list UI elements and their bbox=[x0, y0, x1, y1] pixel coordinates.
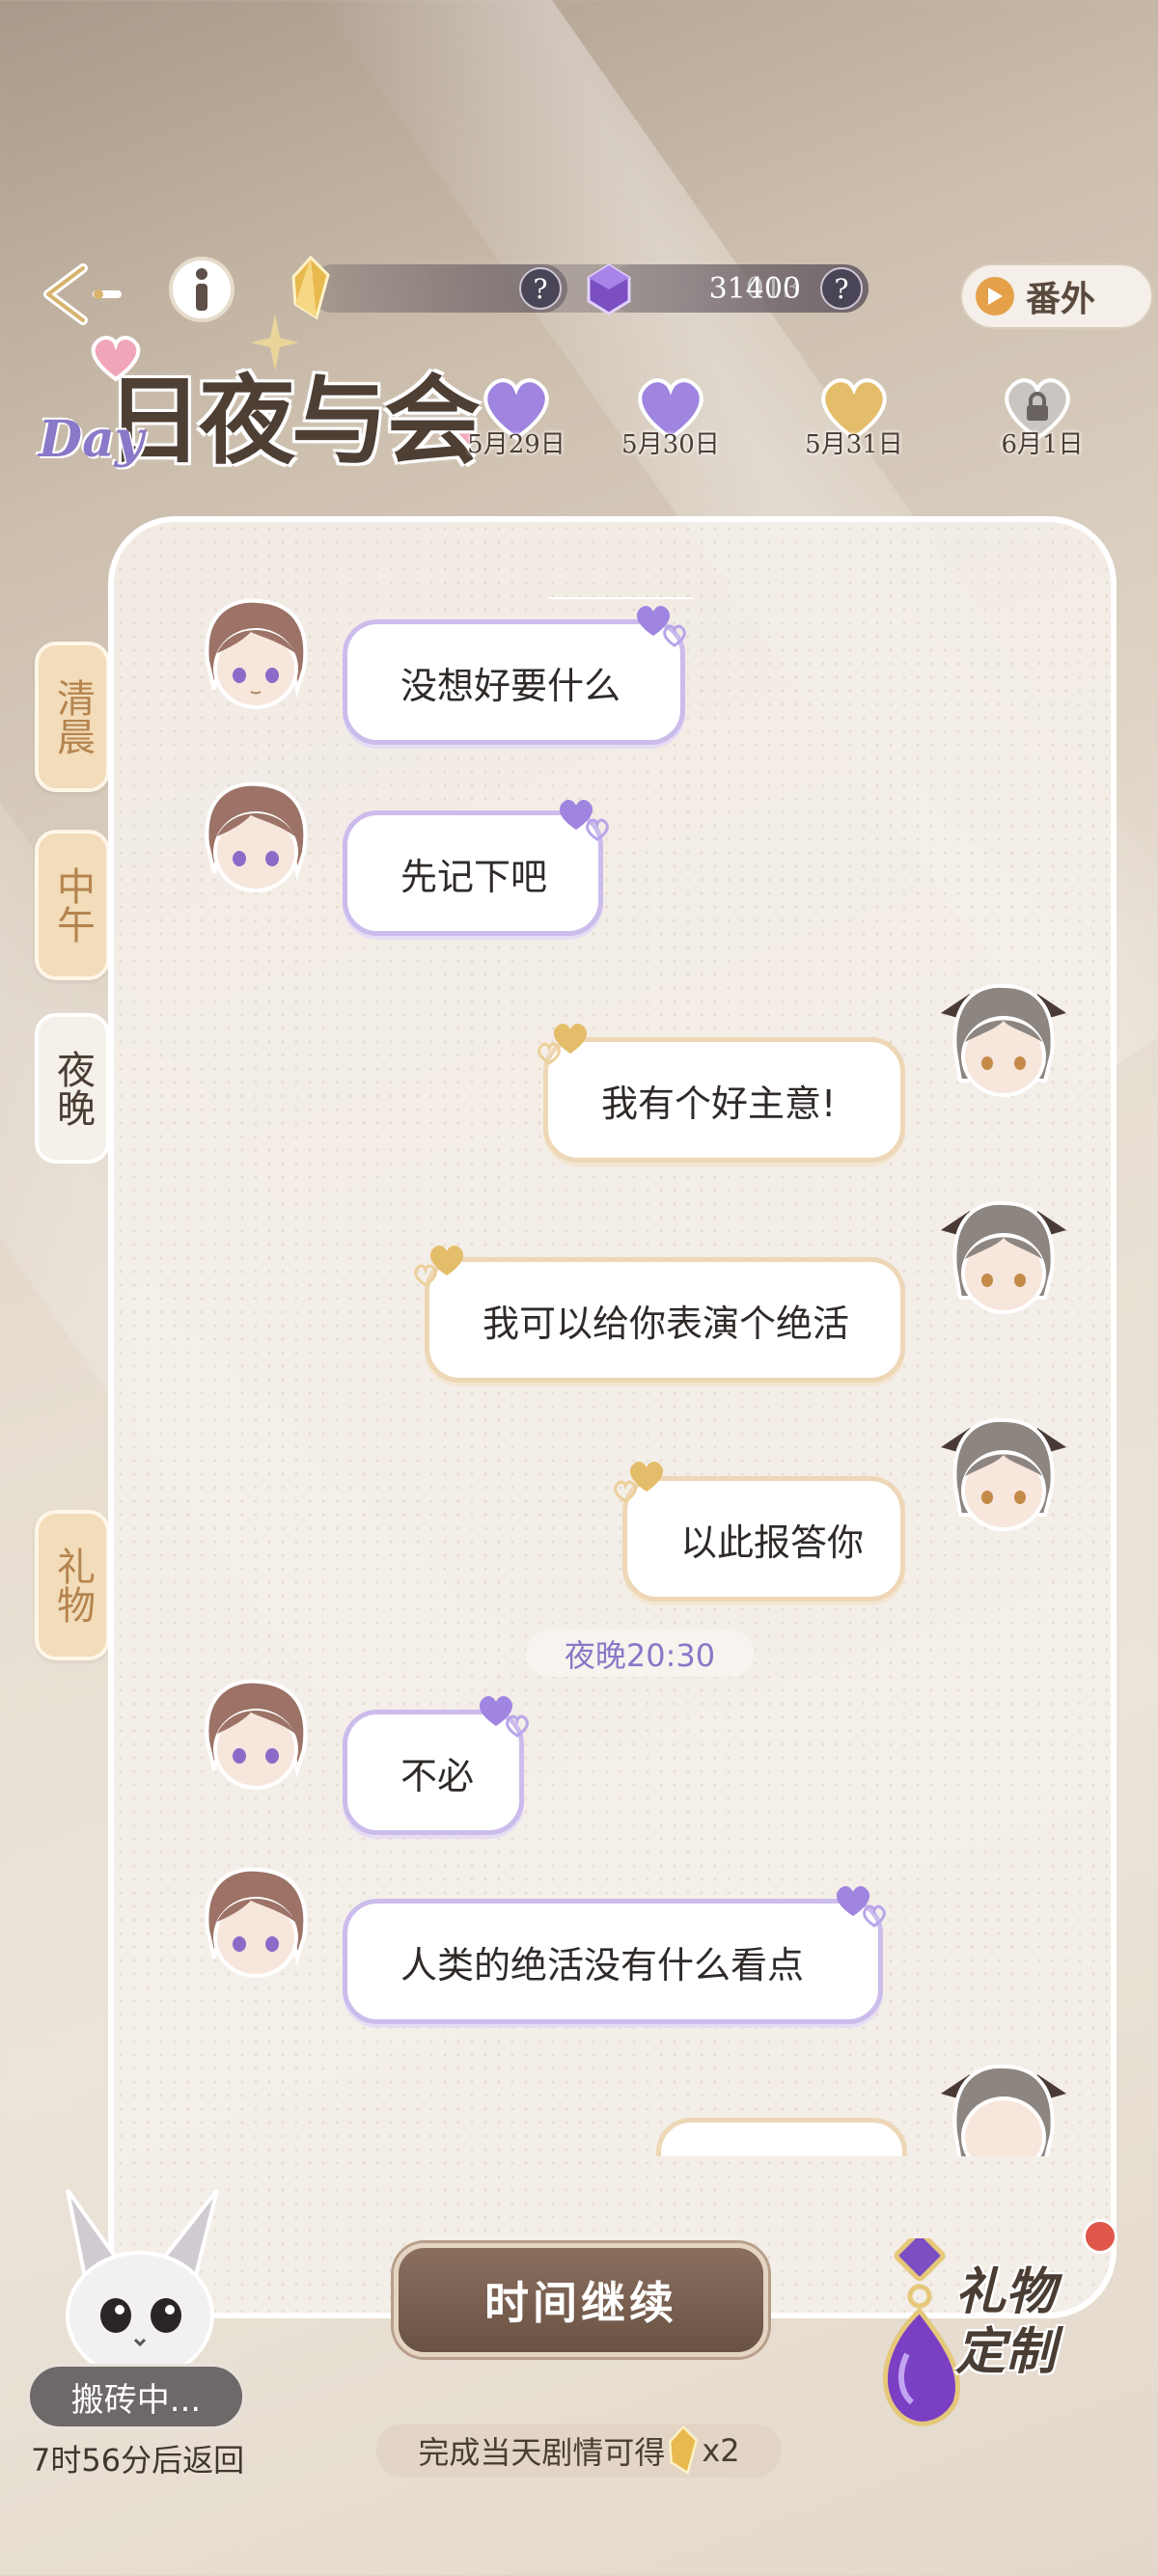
female-avatar bbox=[941, 1200, 1066, 1314]
gold-help-button[interactable]: ? bbox=[519, 267, 562, 310]
gold-heart-icon bbox=[538, 1023, 588, 1065]
pet-status-badge[interactable]: 搬砖中... bbox=[27, 2364, 245, 2429]
logo-title: 日夜与会 bbox=[106, 364, 481, 478]
message-bubble-right: 我可以给你表演个绝活 bbox=[425, 1257, 905, 1383]
tab-noon[interactable]: 中午 bbox=[35, 830, 110, 980]
gift-line1: 礼物 bbox=[955, 2262, 1057, 2321]
tab-gift[interactable]: 礼物 bbox=[35, 1510, 110, 1660]
tab-label: 礼物 bbox=[50, 1547, 95, 1624]
timestamp-text: 夜晚20:30 bbox=[564, 1637, 716, 1674]
female-avatar bbox=[941, 1417, 1066, 1531]
help-icon: ? bbox=[834, 272, 849, 305]
purple-heart-icon bbox=[479, 1695, 529, 1738]
continue-label: 时间继续 bbox=[484, 2277, 677, 2329]
date-label: 5月29日 bbox=[467, 430, 565, 459]
message-text: 没想好要什么 bbox=[400, 664, 621, 707]
pet-return-time: 7时56分后返回 bbox=[31, 2442, 245, 2479]
purple-heart-icon bbox=[636, 605, 686, 647]
gold-heart-icon bbox=[414, 1245, 464, 1287]
message-text: 我有个好主意! bbox=[601, 1082, 837, 1125]
purple-currency-value: 31400 bbox=[708, 271, 801, 306]
back-button[interactable] bbox=[39, 256, 125, 333]
male-avatar bbox=[205, 598, 308, 709]
back-arrow-icon bbox=[43, 263, 122, 325]
gold-crystal-icon bbox=[669, 2425, 699, 2475]
pet-status-text: 搬砖中... bbox=[70, 2380, 202, 2420]
female-avatar bbox=[941, 2064, 1066, 2156]
chat-timestamp: 夜晚20:30 bbox=[526, 1631, 754, 1677]
reward-text: 完成当天剧情可得 bbox=[418, 2434, 666, 2471]
next-message-peek bbox=[656, 2118, 907, 2156]
gift-customize-button[interactable]: 礼物 定制 bbox=[864, 2219, 1153, 2441]
divider bbox=[548, 597, 693, 599]
info-icon bbox=[196, 268, 207, 311]
male-avatar bbox=[205, 1867, 308, 1978]
female-avatar-peek bbox=[931, 2055, 1076, 2156]
gold-heart-icon bbox=[614, 1461, 664, 1503]
purple-help-button[interactable]: ? bbox=[820, 267, 863, 310]
play-icon bbox=[976, 277, 1014, 315]
gift-customize-label: 礼物 定制 bbox=[955, 2262, 1056, 2382]
help-icon: ? bbox=[533, 272, 548, 305]
notification-dot bbox=[1083, 2219, 1117, 2254]
gold-currency-bar: 1013 ? bbox=[309, 264, 567, 313]
purple-currency-bar: 31400 ? bbox=[608, 264, 868, 313]
male-avatar bbox=[205, 1679, 308, 1790]
tab-label: 中午 bbox=[50, 866, 95, 944]
message-text: 我可以给你表演个绝活 bbox=[482, 1302, 850, 1345]
extra-story-button[interactable]: 番外 bbox=[960, 263, 1153, 329]
info-button[interactable] bbox=[169, 257, 234, 322]
reward-count: x2 bbox=[702, 2432, 740, 2469]
reward-info: 完成当天剧情可得 x2 bbox=[376, 2424, 782, 2478]
gift-line2: 定制 bbox=[955, 2322, 1057, 2381]
message-text: 以此报答你 bbox=[680, 1521, 865, 1564]
message-bubble-left: 人类的绝活没有什么看点 bbox=[343, 1899, 883, 2024]
event-logo: 日夜与会 Day bbox=[39, 314, 492, 487]
date-label: 6月1日 bbox=[1001, 430, 1084, 459]
purple-gem-icon bbox=[587, 263, 631, 315]
date-label: 5月30日 bbox=[621, 430, 720, 459]
purple-heart-icon bbox=[559, 799, 609, 841]
date-label: 5月31日 bbox=[805, 430, 903, 459]
logo-subtitle: Day bbox=[39, 410, 145, 469]
message-text: 不必 bbox=[400, 1754, 475, 1797]
message-text: 人类的绝活没有什么看点 bbox=[400, 1943, 805, 1987]
tab-label: 清晨 bbox=[50, 678, 95, 755]
continue-time-button[interactable]: 时间继续 bbox=[394, 2243, 768, 2357]
rabbit-pet-icon[interactable] bbox=[48, 2180, 232, 2383]
message-text: 先记下吧 bbox=[400, 855, 548, 898]
purple-heart-icon bbox=[836, 1885, 886, 1928]
female-avatar bbox=[941, 983, 1066, 1097]
tab-label: 夜晚 bbox=[50, 1050, 95, 1127]
message-bubble-right: 我有个好主意! bbox=[543, 1037, 905, 1163]
lock-icon bbox=[1027, 392, 1048, 421]
extra-story-label: 番外 bbox=[1026, 279, 1096, 319]
male-avatar bbox=[205, 781, 308, 892]
tab-night[interactable]: 夜晚 bbox=[35, 1013, 110, 1164]
gold-crystal-icon bbox=[291, 256, 330, 320]
tab-morning[interactable]: 清晨 bbox=[35, 642, 110, 792]
